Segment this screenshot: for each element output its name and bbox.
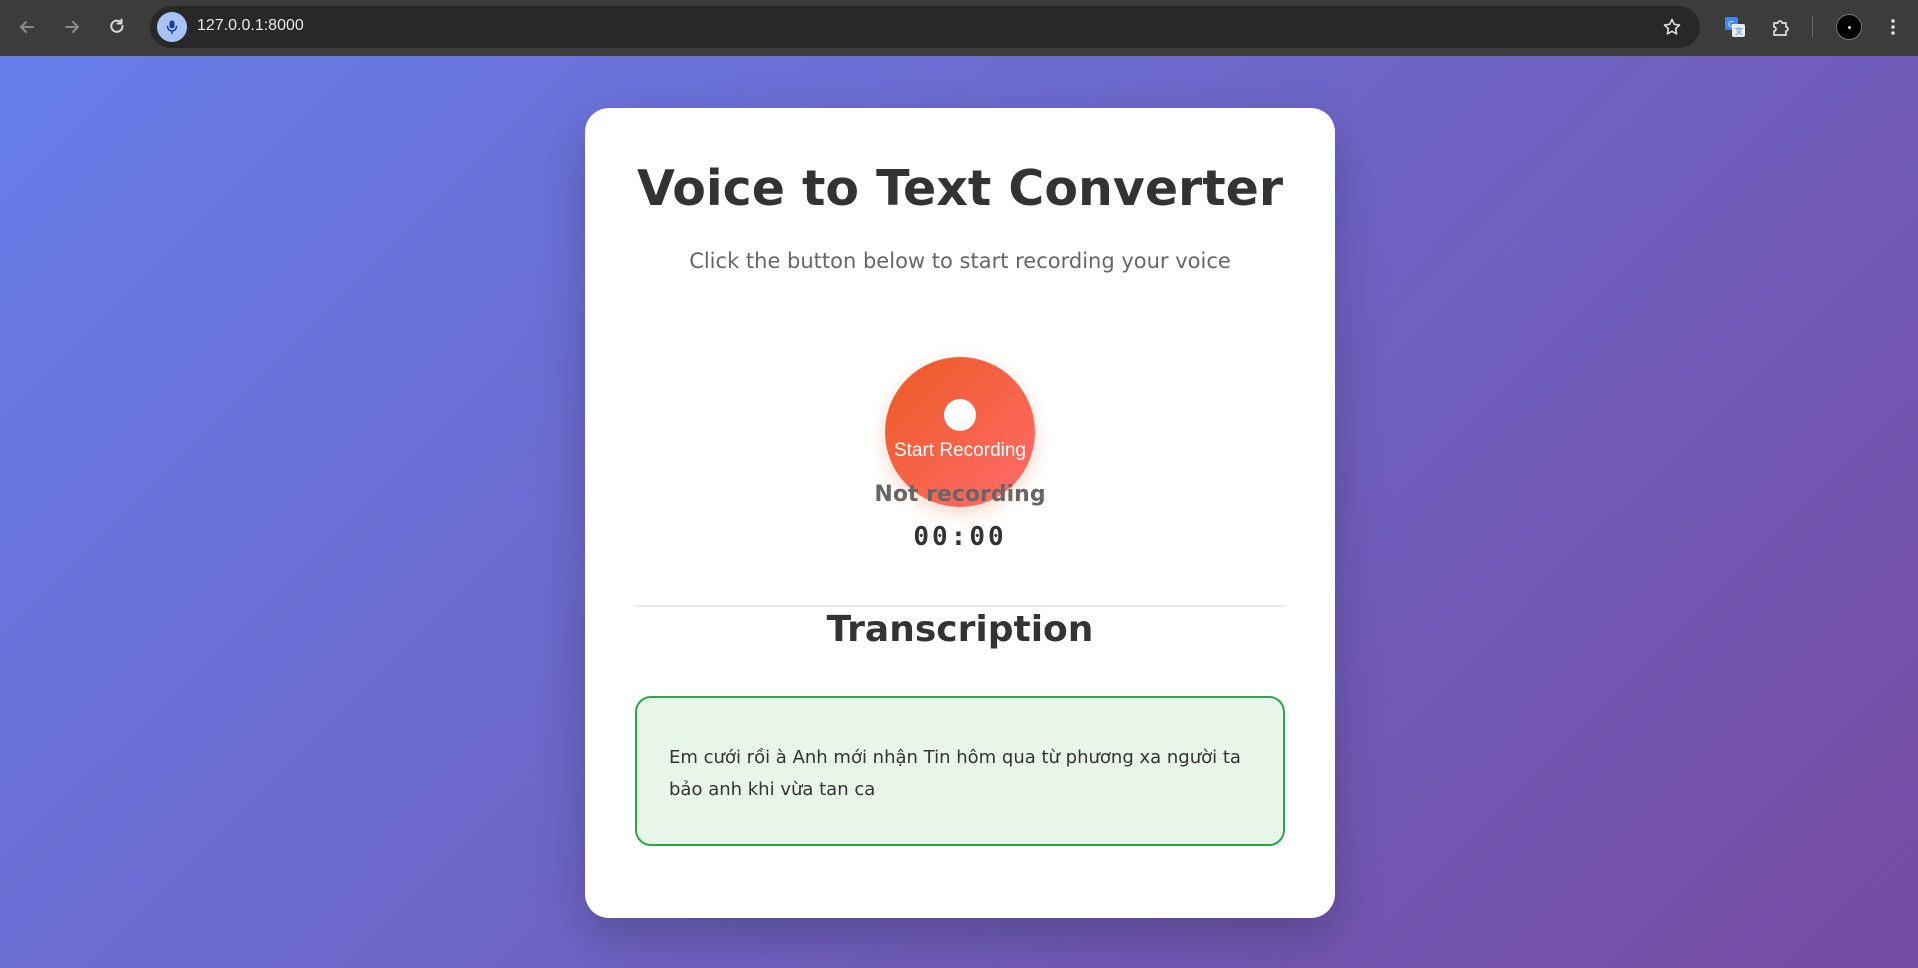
kebab-menu-icon [1891, 19, 1895, 35]
page-subtitle: Click the button below to start recordin… [689, 249, 1231, 273]
puzzle-icon [1773, 20, 1789, 36]
site-info-button[interactable] [157, 12, 187, 42]
converter-card: Voice to Text Converter Click the button… [585, 108, 1335, 918]
record-button-label: Start Recording [893, 440, 1026, 461]
recording-status: Not recording [874, 482, 1046, 507]
section-divider [635, 605, 1285, 607]
browser-toolbar: 127.0.0.1:8000 G文 [0, 0, 1918, 56]
toolbar-divider [1812, 16, 1813, 38]
extensions-button[interactable] [1764, 10, 1798, 44]
svg-text:G: G [1728, 20, 1734, 29]
profile-avatar[interactable] [1836, 14, 1862, 40]
browser-menu-button[interactable] [1876, 10, 1910, 44]
transcription-output: Em cưới rồi à Anh mới nhận Tin hôm qua t… [635, 696, 1285, 846]
url-text[interactable]: 127.0.0.1:8000 [197, 17, 304, 35]
reload-icon [110, 18, 124, 33]
transcription-text: Em cưới rồi à Anh mới nhận Tin hôm qua t… [669, 747, 1241, 800]
page-background: Voice to Text Converter Click the button… [0, 56, 1918, 968]
reload-button[interactable] [100, 10, 134, 44]
address-bar[interactable]: 127.0.0.1:8000 [150, 6, 1700, 48]
svg-text:文: 文 [1735, 26, 1743, 36]
record-dot-icon [944, 399, 976, 431]
back-button[interactable] [10, 10, 44, 44]
arrow-left-icon [20, 21, 34, 33]
page-title: Voice to Text Converter [636, 160, 1284, 217]
recording-timer: 00:00 [913, 522, 1007, 552]
translate-button[interactable]: G文 [1718, 10, 1752, 44]
bookmark-button[interactable] [1656, 11, 1688, 43]
microphone-icon [166, 20, 178, 35]
avatar-icon [1847, 25, 1851, 29]
arrow-right-icon [65, 21, 79, 33]
star-icon [1663, 18, 1681, 35]
transcription-heading: Transcription [826, 609, 1094, 650]
forward-button[interactable] [55, 10, 89, 44]
translate-icon: G文 [1725, 17, 1745, 37]
